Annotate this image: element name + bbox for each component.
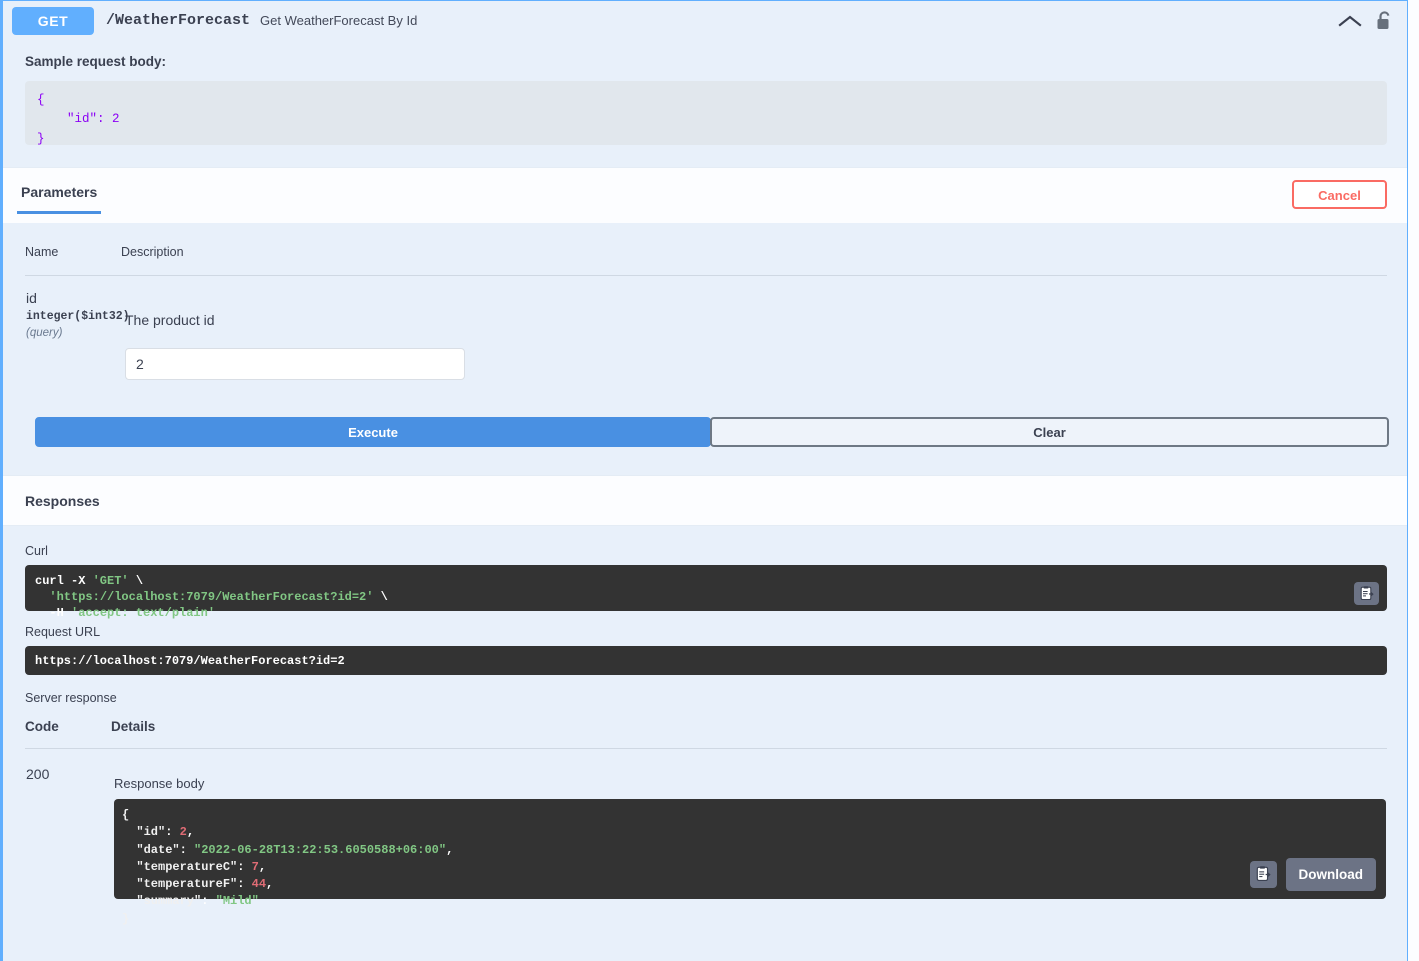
parameters-bottom-spacer bbox=[3, 447, 1407, 475]
json-key-date: "date" bbox=[122, 842, 180, 857]
parameter-location: (query) bbox=[26, 326, 63, 339]
curl-label: Curl bbox=[25, 544, 48, 558]
operation-header-icons bbox=[1338, 10, 1399, 31]
json-close-brace: } bbox=[122, 911, 130, 926]
clear-button[interactable]: Clear bbox=[710, 417, 1389, 447]
sample-request-body-title: Sample request body: bbox=[25, 54, 167, 69]
chevron-up-icon[interactable] bbox=[1338, 14, 1362, 28]
sample-request-body-code: { "id": 2 } bbox=[25, 81, 1387, 146]
curl-line1-continuation: \ bbox=[128, 574, 144, 588]
curl-command-block: curl -X 'GET' \ 'https://localhost:7079/… bbox=[25, 565, 1387, 620]
curl-command-prefix: curl -X bbox=[35, 574, 93, 588]
response-status-code: 200 bbox=[26, 766, 50, 782]
json-value-id: 2 bbox=[179, 825, 187, 840]
json-key-temperaturec: "temperatureC" bbox=[122, 859, 238, 874]
parameter-type: integer($int32) bbox=[26, 309, 130, 323]
response-col-code: Code bbox=[25, 719, 111, 749]
response-body-label: Response body bbox=[114, 776, 205, 791]
request-url-label: Request URL bbox=[25, 625, 1387, 639]
http-method-badge: GET bbox=[12, 6, 94, 35]
json-open-brace: { bbox=[122, 808, 130, 822]
responses-heading: Responses bbox=[3, 475, 1407, 525]
copy-response-button[interactable] bbox=[1249, 860, 1277, 888]
curl-url-string: 'https://localhost:7079/WeatherForecast?… bbox=[49, 590, 374, 605]
server-response-label: Server response bbox=[25, 691, 117, 705]
response-details-cell: Response body { "id": 2, "date": "2022-0… bbox=[111, 749, 1387, 926]
unlocked-padlock-icon[interactable] bbox=[1376, 10, 1393, 31]
json-key-temperaturef: "temperatureF" bbox=[122, 877, 238, 892]
json-value-temperaturef: 44 bbox=[251, 877, 267, 892]
parameters-header-row: Name Description bbox=[25, 223, 1387, 276]
operation-path: /WeatherForecast bbox=[106, 12, 251, 29]
response-col-details: Details bbox=[111, 719, 1387, 749]
parameter-name-cell: id integer($int32) (query) bbox=[25, 276, 130, 382]
json-value-date: "2022-06-28T13:22:53.6050588+06:00" bbox=[194, 842, 447, 857]
parameter-value-input[interactable] bbox=[125, 348, 465, 380]
parameters-col-description: Description bbox=[121, 223, 1387, 276]
server-response-table: Code Details 200 Response body { "id": 2… bbox=[25, 719, 1387, 926]
parameter-description-cell: The product id bbox=[121, 276, 1387, 382]
copy-curl-button[interactable] bbox=[1354, 582, 1379, 605]
operation-summary-header[interactable]: GET /WeatherForecast Get WeatherForecast… bbox=[3, 1, 1407, 40]
cancel-button[interactable]: Cancel bbox=[1292, 180, 1387, 209]
table-row: 200 Response body { "id": 2, "date": "20… bbox=[25, 749, 1387, 926]
parameter-name: id bbox=[26, 290, 37, 306]
response-body-block: { "id": 2, "date": "2022-06-28T13:22:53.… bbox=[114, 799, 1386, 926]
execute-button[interactable]: Execute bbox=[35, 417, 711, 447]
json-key-id: "id" bbox=[122, 825, 166, 840]
responses-section: Curl curl -X 'GET' \ 'https://localhost:… bbox=[3, 525, 1407, 926]
curl-header-flag: -H bbox=[49, 606, 72, 621]
download-button[interactable]: Download bbox=[1285, 857, 1376, 891]
swagger-ui-page: GET /WeatherForecast Get WeatherForecast… bbox=[0, 0, 1419, 961]
curl-line2-continuation: \ bbox=[373, 590, 388, 605]
curl-accept-header-string: 'accept: text/plain' bbox=[71, 606, 216, 621]
json-value-summary: "Mild" bbox=[215, 894, 259, 909]
execute-clear-row: Execute Clear bbox=[35, 417, 1390, 447]
table-row: id integer($int32) (query) The product i… bbox=[25, 276, 1387, 382]
parameters-section: Name Description id integer($int32) (que… bbox=[3, 223, 1407, 447]
parameters-tabs-bar: Parameters Cancel bbox=[3, 167, 1407, 223]
curl-method-string: 'GET' bbox=[92, 574, 129, 588]
parameters-table: Name Description id integer($int32) (que… bbox=[25, 223, 1387, 381]
parameter-description: The product id bbox=[125, 312, 215, 328]
parameters-col-name: Name bbox=[25, 223, 121, 276]
json-value-temperaturec: 7 bbox=[251, 859, 259, 874]
json-key-summary: "summary" bbox=[122, 894, 202, 909]
request-url-block: https://localhost:7079/WeatherForecast?i… bbox=[25, 646, 1387, 675]
sample-request-body-section: Sample request body: { "id": 2 } bbox=[3, 40, 1407, 167]
operation-block-get-weatherforecast: GET /WeatherForecast Get WeatherForecast… bbox=[0, 0, 1408, 961]
response-header-row: Code Details bbox=[25, 719, 1387, 749]
operation-summary-text: Get WeatherForecast By Id bbox=[260, 13, 418, 28]
tab-parameters[interactable]: Parameters bbox=[17, 168, 102, 214]
response-body-actions: Download bbox=[1249, 857, 1376, 891]
